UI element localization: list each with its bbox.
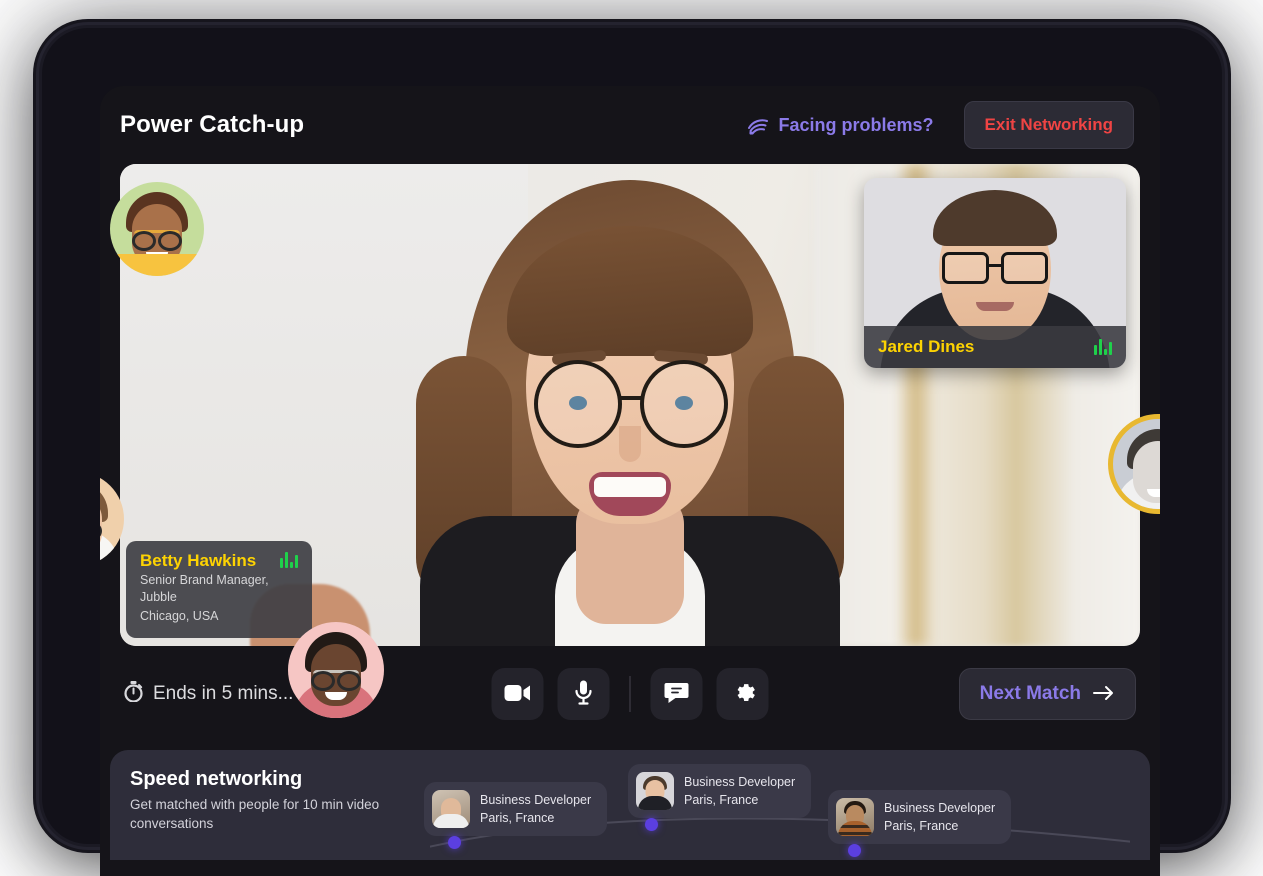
audio-wave-icon [1094, 339, 1112, 355]
video-stage: Betty Hawkins Senior Brand Manager, Jubb… [100, 164, 1160, 718]
video-camera-icon [504, 684, 531, 705]
match-card[interactable]: Business Developer Paris, France [424, 782, 608, 836]
exit-networking-button[interactable]: Exit Networking [963, 101, 1134, 149]
match-avatar [636, 772, 674, 810]
header-actions: Facing problems? Exit Networking [746, 101, 1134, 149]
avatar-top-left[interactable] [110, 182, 204, 276]
stopwatch-icon [124, 680, 143, 708]
pip-video-panel[interactable]: Jared Dines [864, 178, 1126, 368]
gear-icon [730, 680, 755, 708]
device-frame: Power Catch-up Facing problems? Exit Net… [42, 28, 1222, 876]
app-header: Power Catch-up Facing problems? Exit Net… [100, 86, 1160, 164]
connector-dot [645, 818, 658, 831]
match-card-text: Business Developer Paris, France [884, 799, 995, 835]
pip-name-bar: Jared Dines [864, 326, 1126, 368]
match-role: Business Developer [480, 792, 592, 807]
wifi-icon [746, 115, 770, 135]
main-video-feed[interactable]: Betty Hawkins Senior Brand Manager, Jubb… [120, 164, 1140, 646]
chat-bubble-icon [664, 681, 690, 708]
speed-networking-panel: Speed networking Get matched with people… [110, 750, 1150, 860]
match-role: Business Developer [884, 800, 996, 815]
speed-networking-title: Speed networking [130, 768, 303, 790]
settings-button[interactable] [716, 668, 769, 720]
microphone-icon [575, 680, 593, 709]
chat-button[interactable] [650, 668, 703, 720]
match-card[interactable]: Business Developer Paris, France [828, 790, 1012, 844]
meeting-timer-label: Ends in 5 mins... [153, 683, 294, 704]
facing-problems-link[interactable]: Facing problems? [746, 115, 934, 136]
participant-role: Senior Brand Manager, Jubble [140, 573, 269, 605]
meeting-timer: Ends in 5 mins... [110, 680, 294, 708]
next-match-button[interactable]: Next Match [958, 668, 1136, 720]
match-card-text: Business Developer Paris, France [480, 791, 591, 827]
app-screen: Power Catch-up Facing problems? Exit Net… [100, 86, 1160, 876]
controls-bar: Ends in 5 mins... Next Match [100, 646, 1160, 742]
page-title: Power Catch-up [120, 111, 305, 138]
avatar-right[interactable] [1108, 414, 1160, 514]
controls-divider [629, 676, 631, 712]
speed-networking-text: Speed networking Get matched with people… [130, 768, 430, 834]
match-cards-list: Business Developer Paris, France Busines… [424, 764, 1130, 860]
match-avatar [432, 790, 470, 828]
main-participant-video [415, 164, 845, 646]
avatar-right-wrapper: 👋 [1108, 414, 1160, 514]
match-card-text: Business Developer Paris, France [684, 773, 795, 809]
audio-wave-icon [280, 552, 298, 569]
pip-participant-name: Jared Dines [878, 337, 975, 356]
camera-button[interactable] [491, 668, 544, 720]
next-match-label: Next Match [979, 683, 1081, 704]
connector-dot [448, 836, 461, 849]
match-location: Paris, France [480, 811, 555, 825]
speed-networking-subtitle: Get matched with people for 10 min video… [130, 797, 380, 831]
arrow-right-icon [1093, 685, 1115, 704]
match-avatar [836, 798, 874, 836]
media-controls [491, 668, 769, 720]
match-role: Business Developer [684, 774, 796, 789]
participant-location: Chicago, USA [140, 609, 219, 624]
match-location: Paris, France [884, 819, 959, 833]
microphone-button[interactable] [557, 668, 610, 720]
participant-name: Betty Hawkins [140, 550, 257, 570]
match-card[interactable]: Business Developer Paris, France [628, 764, 812, 818]
match-location: Paris, France [684, 793, 759, 807]
participant-name-card: Betty Hawkins Senior Brand Manager, Jubb… [126, 540, 312, 638]
facing-problems-label: Facing problems? [778, 114, 934, 135]
